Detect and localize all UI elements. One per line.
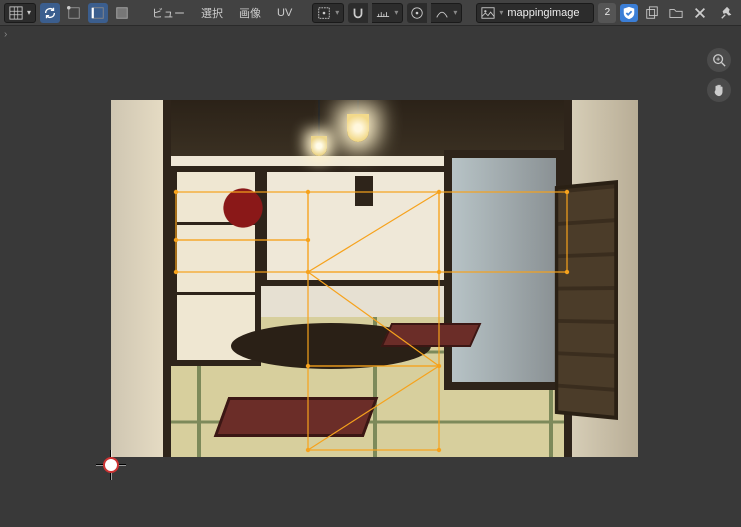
menu-uv[interactable]: UV: [271, 3, 298, 23]
zoom-gizmo[interactable]: [707, 48, 731, 72]
image-users-count[interactable]: 2: [598, 3, 616, 23]
vertex-select-mode[interactable]: [64, 3, 84, 23]
pivot-boundingbox-icon: [317, 6, 331, 20]
menu-select[interactable]: 選択: [195, 3, 229, 23]
snap-increment-icon: [376, 6, 390, 20]
chevron-down-icon: ▾: [453, 8, 457, 17]
proportional-falloff-dropdown[interactable]: ▾: [431, 3, 462, 23]
unlink-image-button[interactable]: [690, 3, 710, 23]
image-datablock-field[interactable]: ▾ mappingimage: [476, 3, 594, 23]
open-icon: [669, 6, 683, 20]
uv-sync-toggle[interactable]: [40, 3, 60, 23]
breadcrumb: ›: [0, 26, 741, 42]
snap-target-dropdown[interactable]: ▾: [372, 3, 403, 23]
zoom-icon: [712, 53, 726, 67]
snap-toggle[interactable]: [348, 3, 368, 23]
cursor-2d: [96, 450, 126, 480]
vertex-select-icon: [67, 6, 81, 20]
uv-editor-icon: [9, 6, 23, 20]
background-image: [111, 100, 638, 457]
menu-image[interactable]: 画像: [233, 3, 267, 23]
menu-view[interactable]: ビュー: [146, 3, 191, 23]
chevron-down-icon: ▾: [394, 8, 398, 17]
face-select-mode[interactable]: [112, 3, 132, 23]
new-image-button[interactable]: [642, 3, 662, 23]
snap-icon: [351, 6, 365, 20]
edge-select-mode[interactable]: [88, 3, 108, 23]
image-name-field[interactable]: mappingimage: [507, 7, 593, 19]
chevron-down-icon: ▾: [335, 8, 339, 17]
uv-viewport[interactable]: [0, 42, 741, 527]
pan-hand-icon: [712, 83, 726, 97]
fake-user-icon: [622, 6, 636, 20]
uv-editor-header: ▾ ビュー 選択 画像 UV ▾ ▾ ▾ ▾ mappingimage 2: [0, 0, 741, 26]
pin-icon: [720, 6, 734, 20]
proportional-edit-toggle[interactable]: [407, 3, 427, 23]
uv-sync-icon: [43, 6, 57, 20]
fake-user-toggle[interactable]: [620, 4, 638, 22]
falloff-smooth-icon: [435, 6, 449, 20]
pivot-dropdown[interactable]: ▾: [312, 3, 344, 23]
proportional-edit-icon: [410, 6, 424, 20]
chevron-down-icon: ▾: [499, 8, 503, 17]
image-icon: [481, 6, 495, 20]
face-select-icon: [115, 6, 129, 20]
pin-button[interactable]: [717, 3, 737, 23]
editor-type-dropdown[interactable]: ▾: [4, 3, 36, 23]
edge-select-icon: [91, 6, 105, 20]
duplicate-icon: [645, 6, 659, 20]
breadcrumb-chevron-icon[interactable]: ›: [4, 29, 7, 40]
open-image-button[interactable]: [666, 3, 686, 23]
pan-gizmo[interactable]: [707, 78, 731, 102]
chevron-down-icon: ▾: [27, 8, 31, 17]
unlink-icon: [693, 6, 707, 20]
